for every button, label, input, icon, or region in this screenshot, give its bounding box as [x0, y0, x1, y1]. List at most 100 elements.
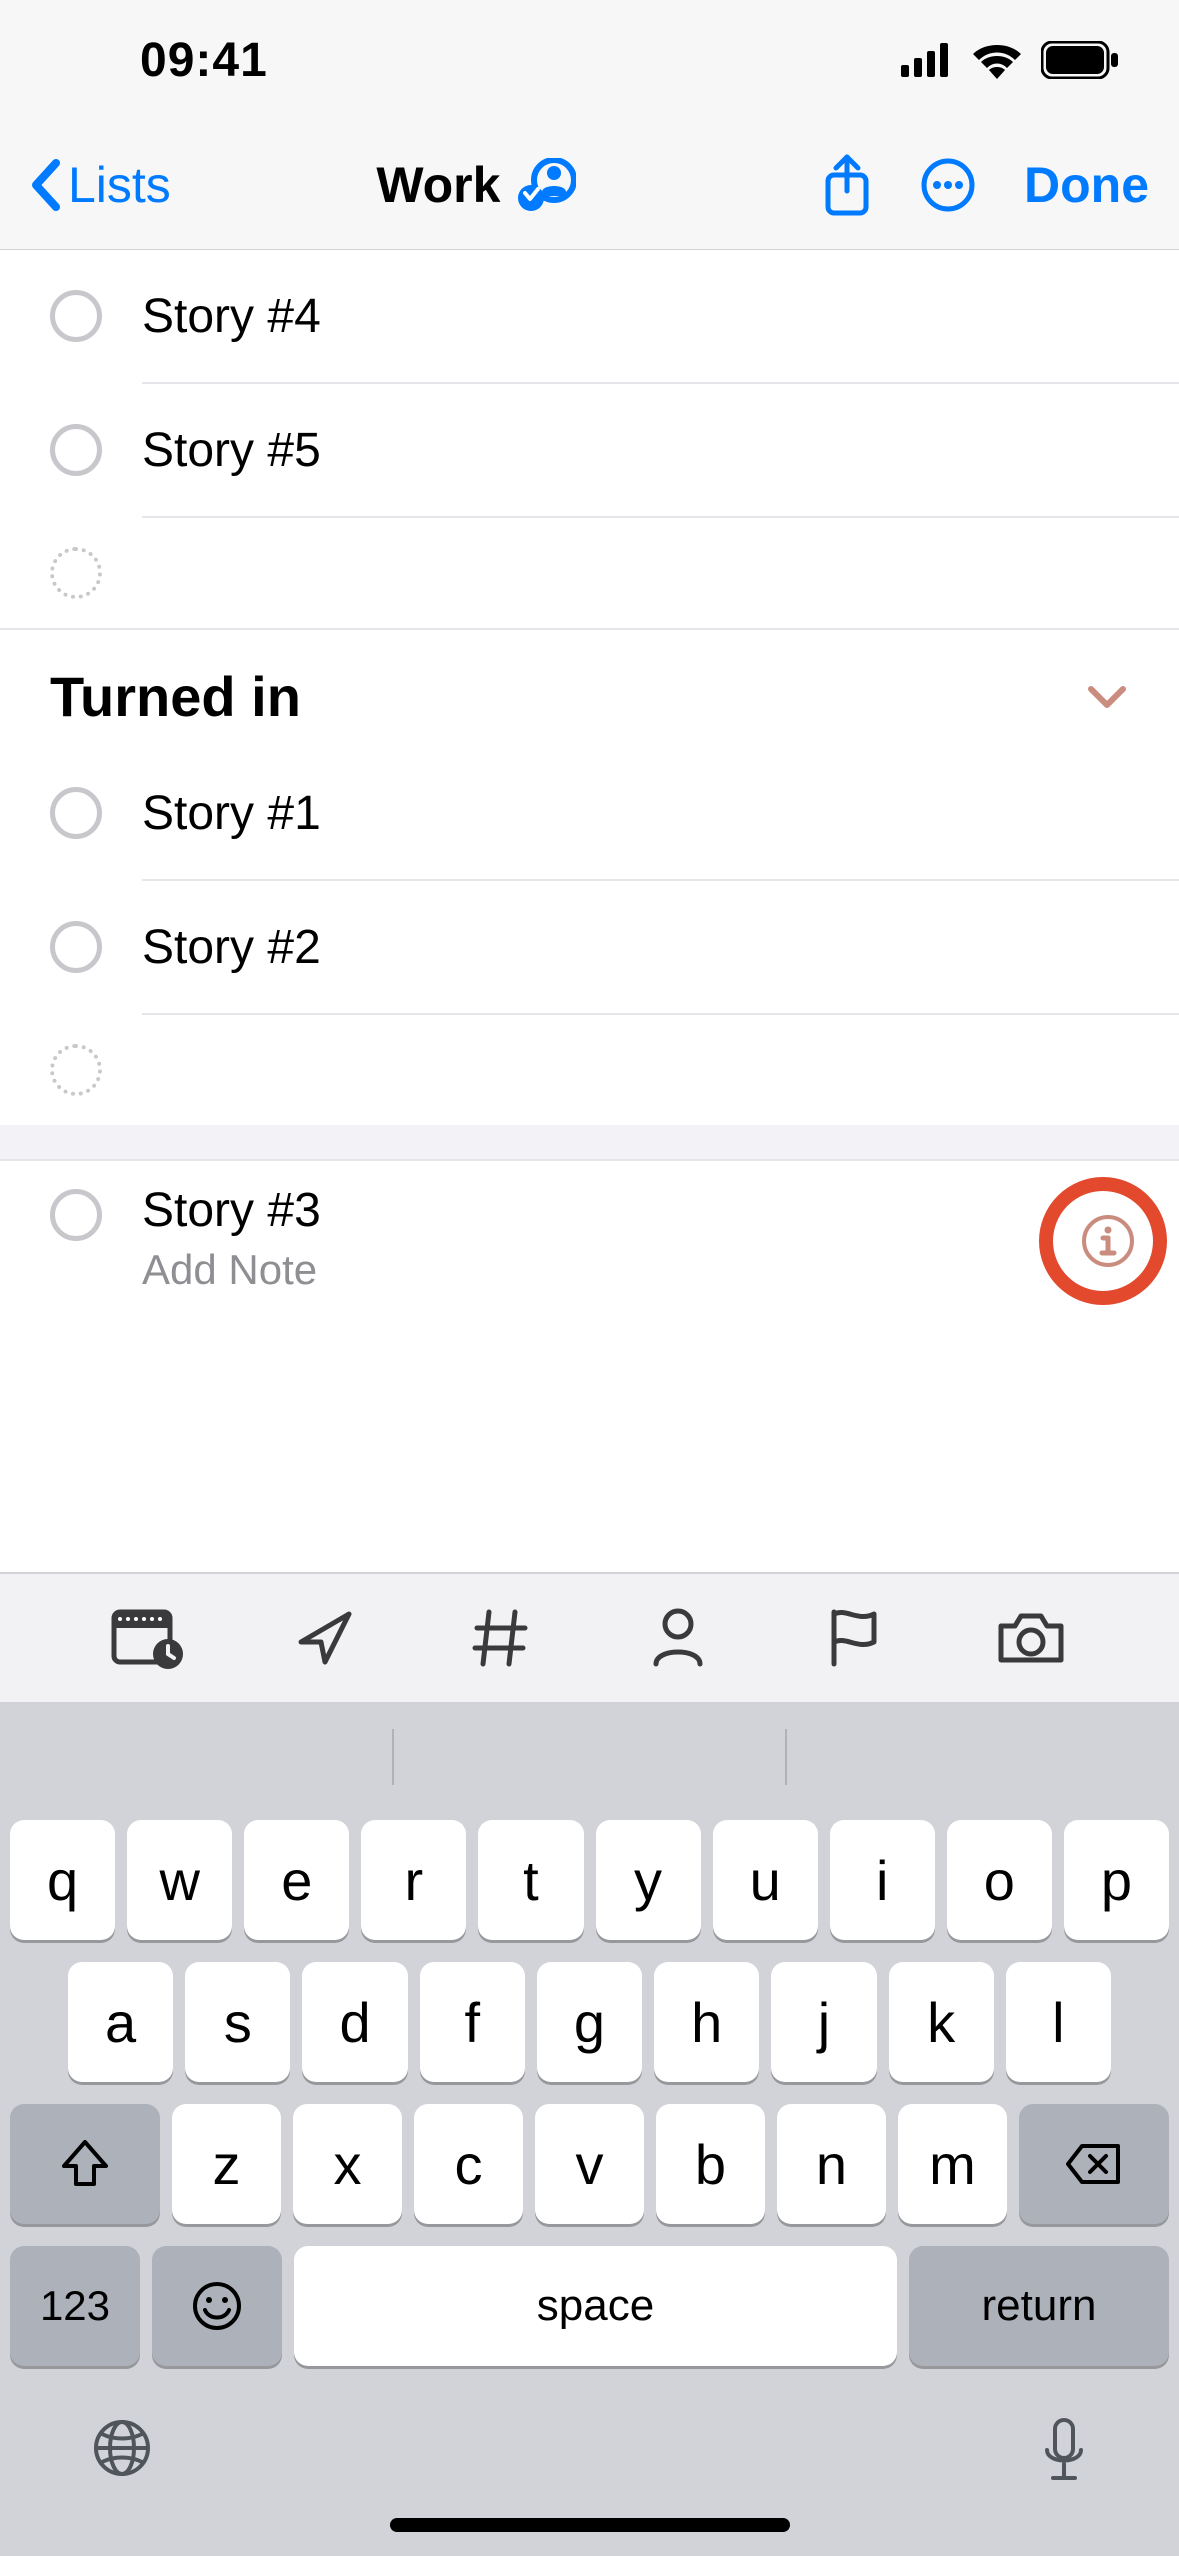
key-a[interactable]: a — [68, 1962, 173, 2082]
key-u[interactable]: u — [713, 1820, 818, 1940]
reminder-row[interactable]: Story #1 — [0, 747, 1179, 879]
nav-bar: Lists Work Done — [0, 120, 1179, 250]
section-title: Turned in — [50, 664, 301, 729]
nav-title: Work — [376, 156, 500, 214]
key-f[interactable]: f — [420, 1962, 525, 2082]
key-t[interactable]: t — [478, 1820, 583, 1940]
key-return[interactable]: return — [909, 2246, 1169, 2366]
reminder-row[interactable]: Story #2 — [0, 881, 1179, 1013]
reminder-row[interactable]: Story #5 — [0, 384, 1179, 516]
section-gap — [0, 1125, 1179, 1159]
reminder-title[interactable]: Story #5 — [142, 423, 1129, 478]
complete-circle-icon[interactable] — [50, 1189, 102, 1241]
complete-circle-icon[interactable] — [50, 787, 102, 839]
key-l[interactable]: l — [1006, 1962, 1111, 2082]
reminder-row[interactable]: Story #4 — [0, 250, 1179, 382]
key-d[interactable]: d — [302, 1962, 407, 2082]
new-reminder-placeholder[interactable] — [0, 1015, 1179, 1125]
key-c[interactable]: c — [414, 2104, 523, 2224]
info-button[interactable] — [1073, 1206, 1143, 1276]
divider — [785, 1729, 787, 1785]
calendar-clock-icon — [110, 1606, 186, 1670]
location-button[interactable] — [280, 1593, 370, 1683]
key-g[interactable]: g — [537, 1962, 642, 2082]
keyboard: q w e r t y u i o p a s d f g h j k l — [0, 1702, 1179, 2556]
key-i[interactable]: i — [830, 1820, 935, 1940]
keyboard-row-4: 123 space return — [0, 2246, 1179, 2386]
complete-circle-icon[interactable] — [50, 424, 102, 476]
complete-circle-icon[interactable] — [50, 290, 102, 342]
shift-icon — [60, 2138, 110, 2190]
reminder-title[interactable]: Story #4 — [142, 289, 1129, 344]
keyboard-row-3: z x c v b n m — [10, 2104, 1169, 2224]
keyboard-row-1: q w e r t y u i o p — [10, 1820, 1169, 1940]
done-button[interactable]: Done — [1024, 156, 1149, 214]
globe-icon[interactable] — [90, 2416, 154, 2480]
reminder-title[interactable]: Story #1 — [142, 786, 1129, 841]
key-m[interactable]: m — [898, 2104, 1007, 2224]
delete-icon — [1064, 2142, 1124, 2186]
shared-people-icon[interactable] — [516, 158, 576, 212]
key-b[interactable]: b — [656, 2104, 765, 2224]
editing-reminder-title[interactable]: Story #3 — [142, 1183, 1073, 1238]
chevron-down-icon[interactable] — [1085, 683, 1129, 711]
add-circle-icon[interactable] — [50, 547, 102, 599]
key-p[interactable]: p — [1064, 1820, 1169, 1940]
key-space[interactable]: space — [294, 2246, 897, 2366]
hashtag-icon — [471, 1606, 531, 1670]
info-icon — [1080, 1213, 1136, 1269]
add-note-field[interactable]: Add Note — [142, 1246, 1073, 1294]
key-y[interactable]: y — [596, 1820, 701, 1940]
key-x[interactable]: x — [293, 2104, 402, 2224]
date-time-button[interactable] — [103, 1593, 193, 1683]
key-r[interactable]: r — [361, 1820, 466, 1940]
keyboard-row-2: a s d f g h j k l — [10, 1962, 1169, 2082]
chevron-left-icon — [30, 159, 62, 211]
wifi-icon — [971, 41, 1023, 79]
key-emoji[interactable] — [152, 2246, 282, 2366]
key-w[interactable]: w — [127, 1820, 232, 1940]
status-time: 09:41 — [140, 33, 268, 88]
add-circle-icon[interactable] — [50, 1044, 102, 1096]
battery-icon — [1041, 41, 1119, 79]
key-z[interactable]: z — [172, 2104, 281, 2224]
home-indicator[interactable] — [390, 2518, 790, 2532]
new-reminder-placeholder[interactable] — [0, 518, 1179, 628]
key-o[interactable]: o — [947, 1820, 1052, 1940]
keyboard-suggestions — [0, 1702, 1179, 1812]
key-delete[interactable] — [1019, 2104, 1169, 2224]
complete-circle-icon[interactable] — [50, 921, 102, 973]
key-q[interactable]: q — [10, 1820, 115, 1940]
editing-reminder-block: Story #3 Add Note — [0, 1159, 1179, 1321]
key-h[interactable]: h — [654, 1962, 759, 2082]
mic-icon[interactable] — [1039, 2416, 1089, 2488]
tag-button[interactable] — [456, 1593, 546, 1683]
key-k[interactable]: k — [889, 1962, 994, 2082]
editing-reminder-row[interactable]: Story #3 Add Note — [0, 1161, 1179, 1321]
key-v[interactable]: v — [535, 2104, 644, 2224]
key-shift[interactable] — [10, 2104, 160, 2224]
assign-button[interactable] — [633, 1593, 723, 1683]
cellular-icon — [901, 43, 953, 77]
more-icon[interactable] — [920, 157, 976, 213]
status-bar: 09:41 — [0, 0, 1179, 120]
status-icons — [901, 41, 1119, 79]
location-arrow-icon — [293, 1606, 357, 1670]
emoji-icon — [191, 2280, 243, 2332]
key-e[interactable]: e — [244, 1820, 349, 1940]
reminder-title[interactable]: Story #2 — [142, 920, 1129, 975]
reminder-quick-toolbar — [0, 1572, 1179, 1702]
key-numbers[interactable]: 123 — [10, 2246, 140, 2366]
share-icon[interactable] — [822, 153, 872, 217]
key-n[interactable]: n — [777, 2104, 886, 2224]
key-j[interactable]: j — [771, 1962, 876, 2082]
camera-icon — [995, 1610, 1067, 1666]
key-s[interactable]: s — [185, 1962, 290, 2082]
flag-button[interactable] — [809, 1593, 899, 1683]
person-icon — [650, 1606, 706, 1670]
content-area: Story #4 Story #5 Turned in Story #1 Sto… — [0, 250, 1179, 1572]
divider — [392, 1729, 394, 1785]
flag-icon — [824, 1606, 884, 1670]
camera-button[interactable] — [986, 1593, 1076, 1683]
section-header[interactable]: Turned in — [0, 628, 1179, 747]
